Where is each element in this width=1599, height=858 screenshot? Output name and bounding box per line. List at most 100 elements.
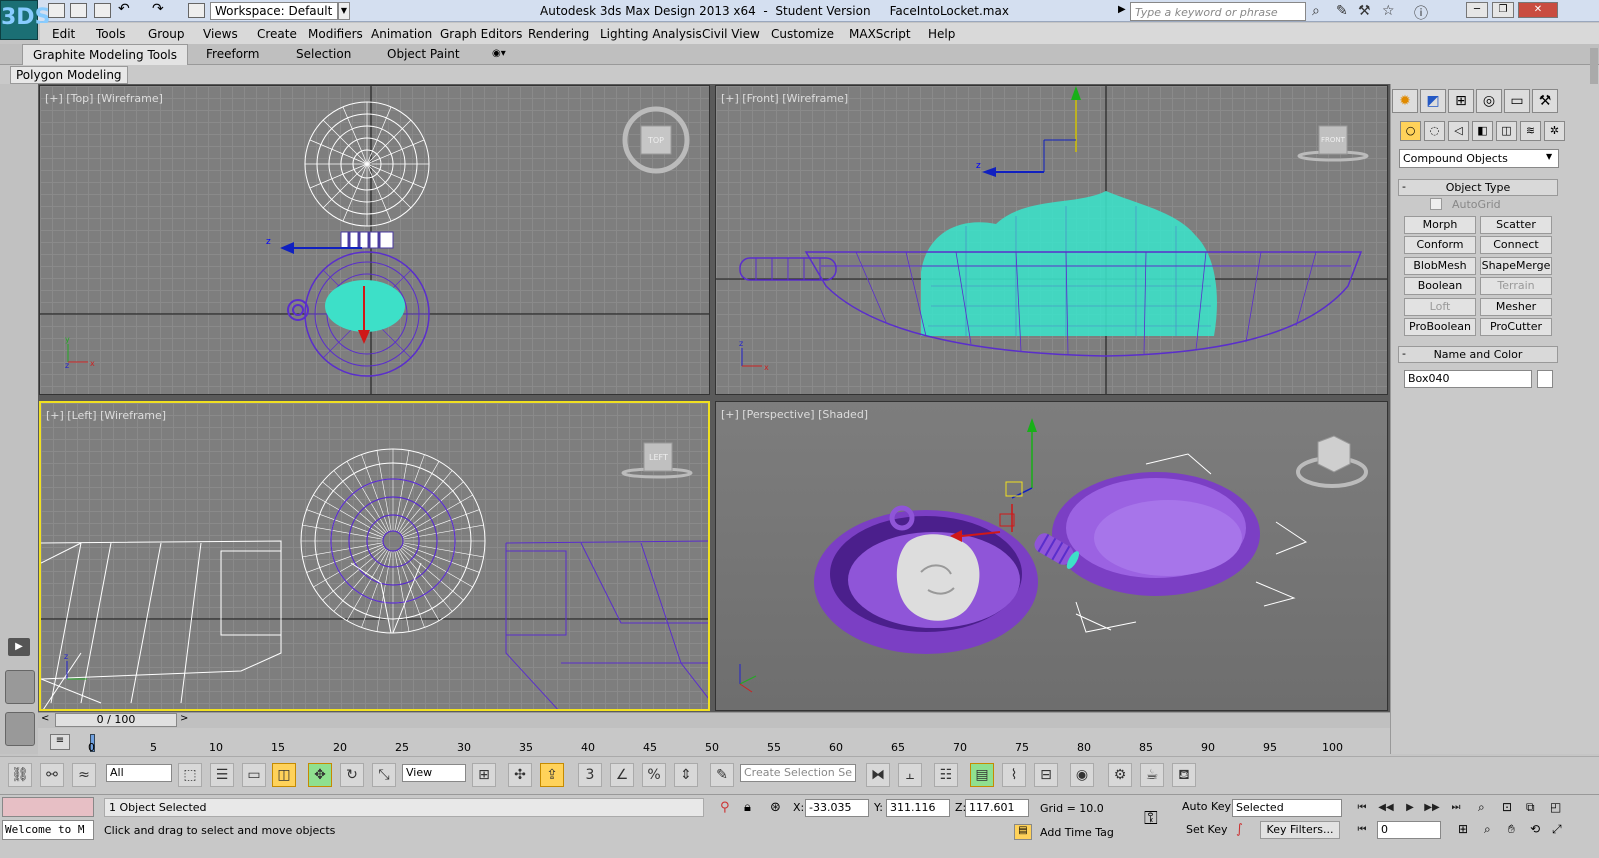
viewport-top[interactable]: [+] [Top] [Wireframe] z y x z TOP	[39, 85, 710, 395]
chevron-right-icon[interactable]: ▶	[1118, 4, 1126, 15]
maximize-viewport-icon[interactable]: ⤢	[1552, 822, 1562, 837]
spinner-snap-icon[interactable]: ⇕	[674, 763, 698, 787]
time-slider[interactable]	[38, 712, 1390, 728]
boolean-button[interactable]: Boolean	[1404, 277, 1476, 295]
collapse-icon[interactable]: -	[1402, 180, 1406, 193]
add-time-tag[interactable]: Add Time Tag	[1040, 826, 1114, 839]
connect-button[interactable]: Connect	[1480, 236, 1552, 254]
edit-named-selection-icon[interactable]: ✎	[710, 763, 734, 787]
save-file-icon[interactable]	[94, 3, 111, 18]
communication-center-icon[interactable]: ✎	[1336, 3, 1348, 19]
binoculars-icon[interactable]: ⌕	[1312, 3, 1320, 19]
curve-editor-icon[interactable]: ⌇	[1002, 763, 1026, 787]
mirror-icon[interactable]: ⧓	[866, 763, 890, 787]
loft-button[interactable]: Loft	[1404, 298, 1476, 316]
zoom-extents-icon[interactable]: ⊡	[1502, 800, 1512, 814]
conform-button[interactable]: Conform	[1404, 236, 1476, 254]
named-selection-dropdown[interactable]: Create Selection Se	[740, 764, 856, 782]
create-tab-icon[interactable]: ✹	[1392, 89, 1418, 113]
x-coordinate-field[interactable]: -33.035	[805, 799, 869, 817]
application-button[interactable]: 3DS	[0, 0, 50, 40]
menu-customize[interactable]: Customize	[771, 27, 834, 41]
snaps-toggle-icon[interactable]: 3	[578, 763, 602, 787]
space-warps-icon[interactable]: ≋	[1520, 121, 1541, 141]
menu-animation[interactable]: Animation	[371, 27, 432, 41]
display-tab-icon[interactable]: ▭	[1504, 89, 1530, 113]
morph-button[interactable]: Morph	[1404, 216, 1476, 234]
pan-view-icon[interactable]: ✋︎	[1508, 822, 1515, 837]
menu-help[interactable]: Help	[928, 27, 955, 41]
menu-tools[interactable]: Tools	[96, 27, 126, 41]
time-tag-icon[interactable]: ▤	[1014, 824, 1032, 840]
modify-tab-icon[interactable]: ◩	[1420, 89, 1446, 113]
ribbon-options-icon[interactable]: ◉▾	[492, 48, 506, 59]
proboolean-button[interactable]: ProBoolean	[1404, 318, 1476, 336]
select-move-icon[interactable]: ✥	[308, 763, 332, 787]
y-coordinate-field[interactable]: 311.116	[886, 799, 950, 817]
menu-civil-view[interactable]: Civil View	[702, 27, 760, 41]
go-to-end-icon[interactable]: ⏭	[1446, 800, 1466, 816]
menu-rendering[interactable]: Rendering	[528, 27, 589, 41]
restore-button[interactable]: ❐	[1492, 2, 1514, 18]
next-frame-icon[interactable]: ▶▶	[1422, 800, 1442, 816]
key-mode-dropdown[interactable]: Selected	[1232, 799, 1342, 817]
rectangular-selection-icon[interactable]: ▭	[242, 763, 266, 787]
menu-maxscript[interactable]: MAXScript	[849, 27, 911, 41]
tab-selection[interactable]: Selection	[286, 44, 361, 65]
tab-object-paint[interactable]: Object Paint	[377, 44, 470, 65]
play-icon[interactable]: ▶	[8, 638, 30, 656]
schematic-view-icon[interactable]: ⊟	[1034, 763, 1058, 787]
absolute-mode-icon[interactable]: ⊛	[770, 800, 781, 815]
chevron-down-icon[interactable]: ▼	[1546, 152, 1552, 161]
tab-graphite-modeling-tools[interactable]: Graphite Modeling Tools	[22, 44, 189, 65]
zoom-extents-all-icon[interactable]: ⧉	[1526, 800, 1535, 815]
isolate-selection-icon[interactable]: ⚲	[720, 800, 730, 815]
render-setup-icon[interactable]: ⚙	[1108, 763, 1132, 787]
close-button[interactable]: ✕	[1518, 2, 1558, 18]
collapse-icon[interactable]: -	[1402, 347, 1406, 360]
search-input[interactable]: Type a keyword or phrase	[1130, 2, 1306, 21]
procutter-button[interactable]: ProCutter	[1480, 318, 1552, 336]
menu-create[interactable]: Create	[257, 27, 297, 41]
cameras-icon[interactable]: ◧	[1472, 121, 1493, 141]
pivot-center-icon[interactable]: ⊞	[472, 763, 496, 787]
keyboard-shortcut-override-icon[interactable]: ⇪	[540, 763, 564, 787]
workspace-dropdown[interactable]: Workspace: Default	[210, 2, 338, 20]
next-frame-icon[interactable]: >	[180, 713, 188, 724]
go-to-start-icon[interactable]: ⏮	[1352, 800, 1372, 816]
name-and-color-rollout[interactable]: Name and Color	[1398, 346, 1558, 363]
zoom-icon[interactable]: ⌕	[1484, 822, 1491, 837]
systems-icon[interactable]: ✲	[1544, 121, 1565, 141]
lock-selection-icon[interactable]: 🔒︎	[744, 800, 751, 815]
lights-icon[interactable]: ◁	[1448, 121, 1469, 141]
layer-explorer-icon[interactable]: ▤	[970, 763, 994, 787]
default-tangents-icon[interactable]: ∫	[1236, 822, 1243, 837]
redo-icon[interactable]: ↷	[152, 1, 169, 17]
help-icon[interactable]: ⓘ	[1414, 3, 1428, 23]
viewport-single-icon[interactable]	[5, 712, 35, 746]
orbit-icon[interactable]: ⟲	[1530, 822, 1540, 836]
open-file-icon[interactable]	[70, 3, 87, 18]
viewport-left[interactable]: [+] [Left] [Wireframe] z LEFT	[39, 401, 710, 711]
select-scale-icon[interactable]: ⤡	[372, 763, 396, 787]
set-key-button[interactable]: Set Key	[1186, 823, 1228, 836]
percent-snap-icon[interactable]: %	[642, 763, 666, 787]
time-slider-thumb[interactable]: 0 / 100	[55, 713, 177, 727]
curve-editor-icon[interactable]: ≡	[50, 734, 70, 750]
project-folder-icon[interactable]	[188, 3, 205, 18]
viewcube-label[interactable]: TOP	[648, 136, 664, 145]
undo-icon[interactable]: ↶	[118, 1, 135, 17]
auto-key-button[interactable]: Auto Key	[1182, 800, 1231, 813]
chevron-down-icon[interactable]: ▼	[338, 2, 350, 20]
motion-tab-icon[interactable]: ◎	[1476, 89, 1502, 113]
polygon-modeling-panel[interactable]: Polygon Modeling	[10, 66, 128, 84]
blobmesh-button[interactable]: BlobMesh	[1404, 257, 1476, 275]
select-object-icon[interactable]: ⬚	[178, 763, 202, 787]
menu-views[interactable]: Views	[203, 27, 238, 41]
menu-lighting-analysis[interactable]: Lighting Analysis	[600, 27, 702, 41]
subscription-icon[interactable]: ⚒	[1358, 3, 1371, 19]
mesher-button[interactable]: Mesher	[1480, 298, 1552, 316]
selection-filter-dropdown[interactable]: All	[106, 764, 172, 782]
viewcube-label[interactable]: FRONT	[1321, 136, 1345, 144]
time-configuration-icon[interactable]: ⊞	[1458, 822, 1468, 836]
